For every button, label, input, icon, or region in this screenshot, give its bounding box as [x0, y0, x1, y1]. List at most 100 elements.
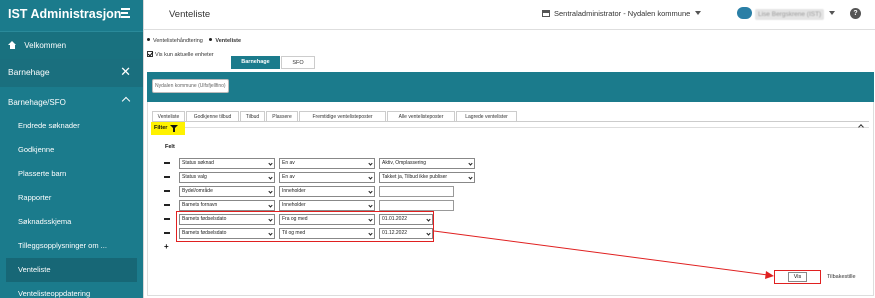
select-value: Inneholder — [282, 202, 306, 208]
sidebar-item-label: Søknadsskjema — [18, 217, 72, 226]
sidebar-item-venteliste[interactable]: Venteliste — [6, 258, 137, 282]
only-current-units-checkbox[interactable]: Vis kun aktuelle enheter — [147, 51, 214, 58]
operator-select[interactable]: Inneholder — [279, 186, 375, 197]
remove-row-icon[interactable] — [164, 190, 170, 192]
chevron-up-icon — [121, 96, 131, 106]
funnel-icon — [170, 125, 178, 132]
chevron-down-icon — [268, 189, 273, 194]
sidebar-item-endrede-soknader[interactable]: Endrede søknader — [0, 114, 143, 138]
chevron-down-icon — [268, 175, 273, 180]
app-header: IST Administrasjon — [0, 0, 143, 31]
app-title: IST Administrasjon — [8, 7, 122, 21]
chevron-down-icon — [368, 203, 373, 208]
operator-select[interactable]: En av — [279, 158, 375, 169]
value-select[interactable]: Takket ja, Tilbud ikke publiser — [379, 172, 475, 183]
checkbox-checked-icon[interactable] — [147, 51, 153, 57]
help-icon[interactable]: ? — [850, 8, 861, 19]
show-button-label: Vis — [787, 272, 808, 282]
tab-underline — [152, 121, 869, 122]
chevron-down-icon — [368, 175, 373, 180]
close-icon[interactable]: ✕ — [120, 64, 131, 80]
add-row-icon[interactable]: + — [164, 242, 169, 251]
chevron-down-icon — [829, 11, 836, 15]
highlight-box — [176, 211, 434, 242]
sidebar-item-label: Ventelisteoppdatering — [18, 289, 91, 298]
field-select[interactable]: Status søknad — [179, 158, 275, 169]
segment-sfo[interactable]: SFO — [281, 56, 315, 69]
select-value: En av — [282, 160, 295, 166]
sidebar-item-home[interactable]: Velkommen — [0, 31, 143, 59]
select-value: En av — [282, 174, 295, 180]
avatar — [737, 7, 752, 19]
filter-button[interactable]: Filter — [151, 122, 185, 135]
segment-barnehage[interactable]: Barnehage — [231, 56, 280, 69]
remove-row-icon[interactable] — [164, 218, 170, 220]
chevron-down-icon — [368, 189, 373, 194]
main-content: Venteliste Sentraladministrator - Nydale… — [143, 0, 875, 298]
chevron-down-icon — [368, 161, 373, 166]
sidebar-item-label: Endrede søknader — [18, 121, 80, 130]
sidebar-item-label: Velkommen — [24, 41, 67, 50]
sidebar-item-plasserte-barn[interactable]: Plasserte barn — [0, 162, 143, 186]
page-title: Venteliste — [169, 9, 211, 20]
top-bar: Venteliste Sentraladministrator - Nydale… — [144, 0, 875, 30]
organization-icon — [542, 10, 550, 17]
chevron-down-icon — [468, 161, 473, 166]
select-value: Aktiv, Omplassering — [382, 160, 427, 166]
select-value: Takket ja, Tilbud ikke publiser — [382, 174, 448, 180]
select-value: Status søknad — [182, 160, 214, 166]
felt-label: Felt — [165, 144, 175, 150]
sidebar-item-ventelisteoppdatering[interactable]: Ventelisteoppdatering — [0, 282, 143, 298]
select-value: Bydel/område — [182, 188, 213, 194]
checkbox-label: Vis kun aktuelle enheter — [155, 52, 214, 58]
value-input[interactable] — [379, 186, 454, 197]
breadcrumb: Ventelistehåndtering Venteliste — [147, 38, 241, 44]
chevron-down-icon — [695, 11, 702, 15]
sidebar-item-label: Plasserte barn — [18, 169, 67, 178]
sidebar-section-label: Barnehage — [8, 67, 50, 77]
sidebar-item-tilleggsopplysninger[interactable]: Tilleggsopplysninger om ... — [0, 234, 143, 258]
sidebar-section-barnehage[interactable]: Barnehage ✕ — [0, 59, 143, 87]
sidebar-group-label: Barnehage/SFO — [8, 98, 66, 107]
operator-select[interactable]: En av — [279, 172, 375, 183]
sidebar-item-soknadsskjema[interactable]: Søknadsskjema — [0, 210, 143, 234]
field-select[interactable]: Status valg — [179, 172, 275, 183]
field-select[interactable]: Barnets fornavn — [179, 200, 275, 211]
kommune-band — [147, 72, 874, 102]
select-value: Inneholder — [282, 188, 306, 194]
filter-panel — [147, 102, 874, 296]
show-button[interactable]: Vis — [774, 270, 821, 284]
sidebar-item-label: Tilleggsopplysninger om ... — [18, 241, 107, 250]
role-label: Sentraladministrator - Nydalen kommune — [554, 9, 691, 18]
remove-row-icon[interactable] — [164, 232, 170, 234]
sidebar-item-godkjenne[interactable]: Godkjenne — [0, 138, 143, 162]
sidebar: IST Administrasjon Velkommen Barnehage ✕… — [0, 0, 143, 298]
select-value: Status valg — [182, 174, 207, 180]
role-selector[interactable]: Sentraladministrator - Nydalen kommune — [542, 9, 702, 18]
collapse-menu-icon[interactable] — [121, 8, 133, 18]
field-select[interactable]: Bydel/område — [179, 186, 275, 197]
chevron-down-icon — [468, 175, 473, 180]
chevron-down-icon — [268, 161, 273, 166]
chevron-down-icon — [268, 203, 273, 208]
sidebar-item-label: Rapporter — [18, 193, 52, 202]
user-name: Lise Bergskrene (IST) — [755, 9, 825, 20]
operator-select[interactable]: Inneholder — [279, 200, 375, 211]
reset-link[interactable]: Tilbakestille — [827, 274, 856, 280]
value-select[interactable]: Aktiv, Omplassering — [379, 158, 475, 169]
value-input[interactable] — [379, 200, 454, 211]
user-menu[interactable]: Lise Bergskrene (IST) — [737, 7, 836, 20]
filter-button-label: Filter — [154, 125, 168, 131]
divider — [185, 127, 869, 128]
sidebar-item-label: Godkjenne — [18, 145, 55, 154]
breadcrumb-item-ventelistehandtering[interactable]: Ventelistehåndtering — [153, 38, 203, 44]
remove-row-icon[interactable] — [164, 176, 170, 178]
kommune-selector[interactable]: Nydalen kommune (Ulfsfjellfino) — [152, 79, 229, 93]
sidebar-item-rapporter[interactable]: Rapporter — [0, 186, 143, 210]
remove-row-icon[interactable] — [164, 162, 170, 164]
sidebar-group-barnehage-sfo[interactable]: Barnehage/SFO — [0, 87, 143, 114]
breadcrumb-current: Venteliste — [215, 38, 242, 44]
remove-row-icon[interactable] — [164, 204, 170, 206]
home-icon — [8, 41, 17, 49]
sidebar-item-label: Venteliste — [18, 265, 51, 274]
